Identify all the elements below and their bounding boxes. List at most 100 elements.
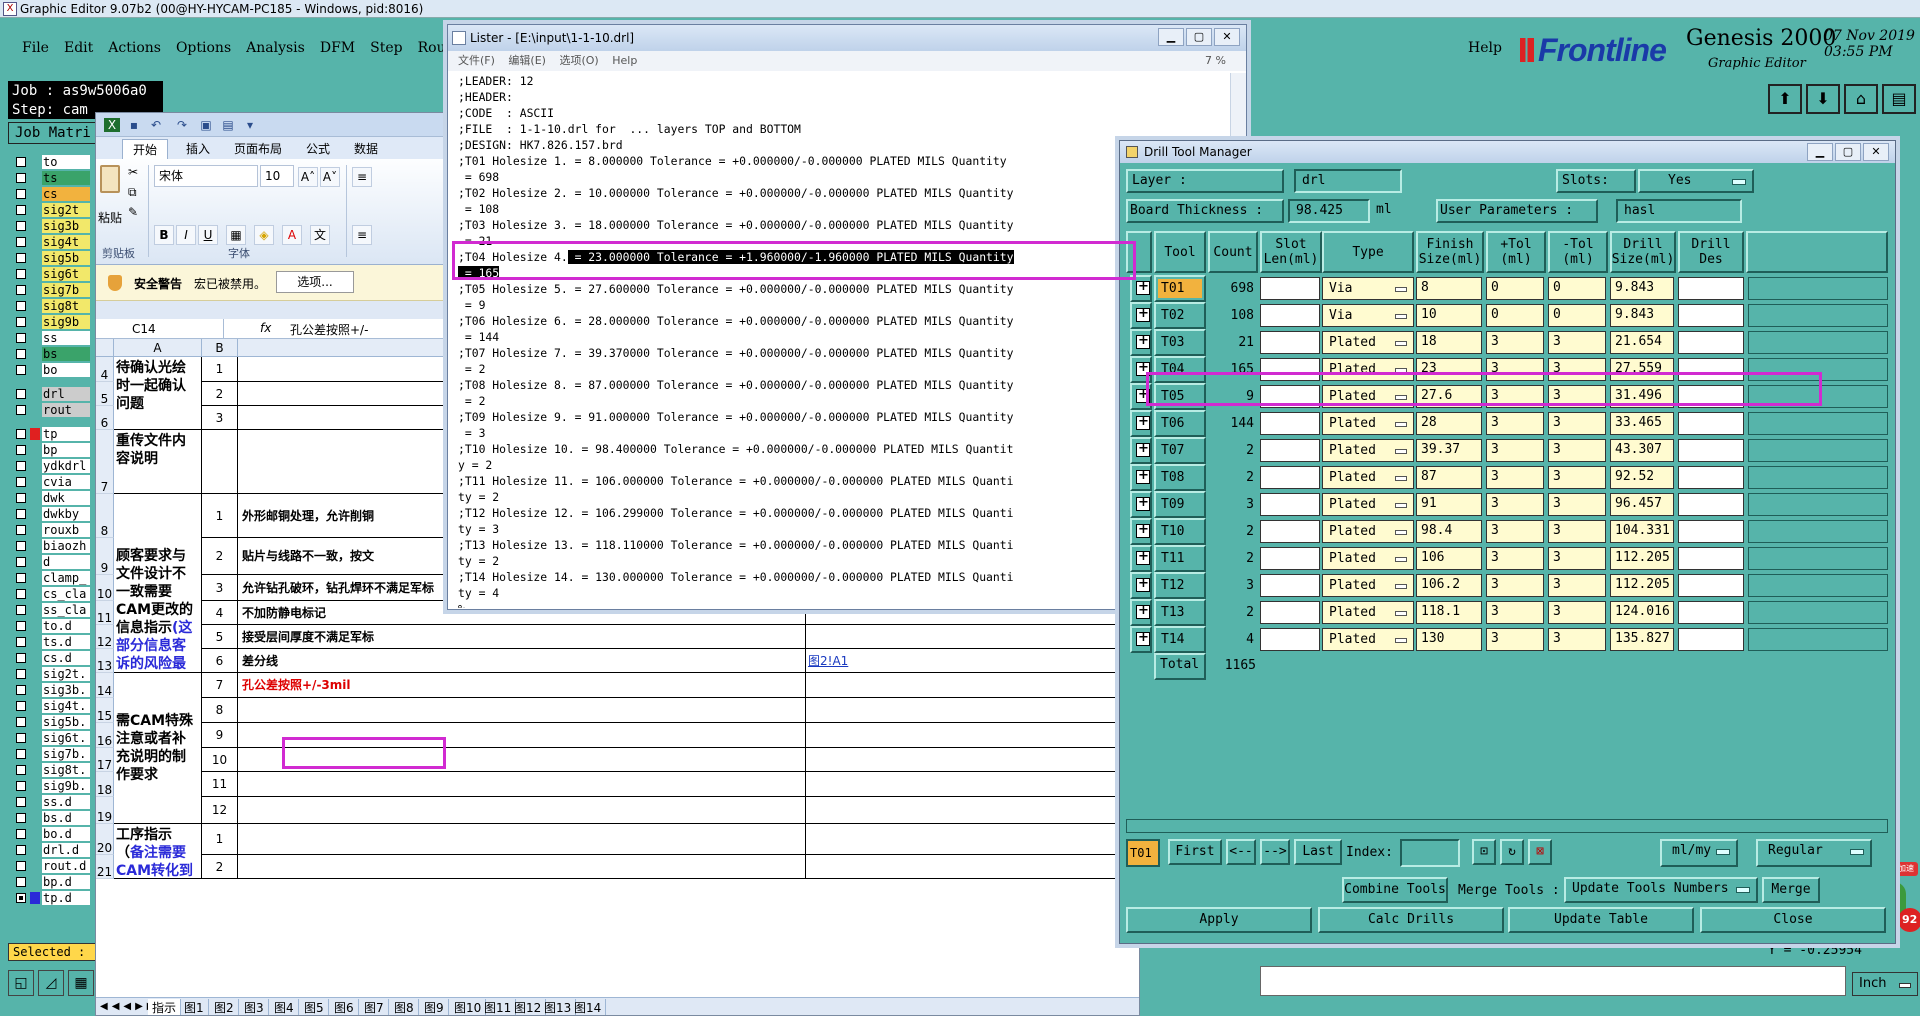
cell-b[interactable]: 4: [202, 601, 238, 625]
layer-checkbox[interactable]: [16, 893, 26, 903]
drill-des-input[interactable]: [1678, 277, 1744, 300]
type-select[interactable]: Via: [1322, 277, 1414, 300]
layer-row[interactable]: sig3b: [10, 218, 102, 234]
layer-row[interactable]: sig2t: [10, 202, 102, 218]
drill-size-input[interactable]: 112.205: [1610, 547, 1674, 570]
finish-size-input[interactable]: 39.37: [1416, 439, 1482, 462]
layer-row[interactable]: sig2t.: [10, 666, 102, 682]
cell-b[interactable]: 12: [202, 797, 238, 824]
layer-row[interactable]: sig6t: [10, 266, 102, 282]
layer-row[interactable]: sig4t.: [10, 698, 102, 714]
drill-des-input[interactable]: [1678, 412, 1744, 435]
slots-select[interactable]: Yes: [1638, 169, 1754, 193]
type-select[interactable]: Plated: [1322, 412, 1414, 435]
layer-row[interactable]: sig4t: [10, 234, 102, 250]
tool-cell[interactable]: T14: [1154, 626, 1206, 653]
extra-input[interactable]: [1748, 493, 1888, 516]
layer-checkbox[interactable]: [16, 749, 26, 759]
layer-checkbox[interactable]: [16, 461, 26, 471]
layer-checkbox[interactable]: [16, 493, 26, 503]
layer-checkbox[interactable]: [16, 525, 26, 535]
extra-input[interactable]: [1748, 628, 1888, 651]
minus-tol-input[interactable]: 3: [1548, 574, 1606, 597]
delete-icon[interactable]: ⊠: [1528, 839, 1552, 865]
table-hscrollbar[interactable]: [1126, 819, 1888, 833]
category-cell[interactable]: 重传文件内容说明: [114, 430, 202, 494]
cell-b[interactable]: 9: [202, 723, 238, 748]
layer-checkbox[interactable]: [16, 845, 26, 855]
finish-size-input[interactable]: 87: [1416, 466, 1482, 489]
layer-checkbox[interactable]: [16, 733, 26, 743]
prev-button[interactable]: <--: [1226, 839, 1256, 865]
tool-cell[interactable]: T03: [1154, 329, 1206, 356]
update-table-button[interactable]: Update Table: [1508, 907, 1694, 933]
fx-icon[interactable]: fx: [260, 321, 271, 335]
tab-home[interactable]: 开始: [122, 139, 169, 159]
layer-checkbox[interactable]: [16, 349, 26, 359]
minimize-icon[interactable]: ▁: [1158, 28, 1184, 46]
tool-row[interactable]: T102Plated98.433104.331: [1130, 518, 1890, 545]
layer-row[interactable]: bs.d: [10, 810, 102, 826]
layer-checkbox[interactable]: [16, 253, 26, 263]
sheet-tab[interactable]: 图8: [390, 999, 419, 1015]
cell-c[interactable]: [238, 824, 806, 855]
measure-tool-icon[interactable]: ◿: [38, 970, 64, 996]
cell-b[interactable]: 1: [202, 357, 238, 382]
layer-row[interactable]: cs: [10, 186, 102, 202]
grid-tool-icon[interactable]: ▦: [68, 970, 94, 996]
sheet-tab[interactable]: 指示: [148, 999, 182, 1015]
drill-size-input[interactable]: 104.331: [1610, 520, 1674, 543]
cell-c[interactable]: [238, 772, 806, 797]
layer-checkbox[interactable]: [16, 621, 26, 631]
row-header[interactable]: 12: [96, 625, 114, 649]
drill-des-input[interactable]: [1678, 331, 1744, 354]
column-header-a[interactable]: A: [114, 339, 202, 357]
layer-row[interactable]: sig9b: [10, 314, 102, 330]
finish-size-input[interactable]: 8: [1416, 277, 1482, 300]
drill-size-input[interactable]: 21.654: [1610, 331, 1674, 354]
layer-row[interactable]: biaozh: [10, 538, 102, 554]
layer-row[interactable]: sig7b: [10, 282, 102, 298]
layer-checkbox[interactable]: [16, 317, 26, 327]
layer-row[interactable]: ss.d: [10, 794, 102, 810]
sheet-tab[interactable]: 图7: [360, 999, 389, 1015]
row-header[interactable]: 9: [96, 538, 114, 575]
layer-row[interactable]: ydkdrl: [10, 458, 102, 474]
layer-checkbox[interactable]: [16, 765, 26, 775]
plus-tol-input[interactable]: 0: [1486, 277, 1544, 300]
apply-button[interactable]: Apply: [1126, 907, 1312, 933]
tool-row[interactable]: T082Plated873392.52: [1130, 464, 1890, 491]
font-name-select[interactable]: 宋体: [154, 165, 258, 187]
tool-row[interactable]: T02108Via10009.843: [1130, 302, 1890, 329]
layer-checkbox[interactable]: [16, 477, 26, 487]
slot-len-input[interactable]: [1260, 493, 1320, 516]
layer-checkbox[interactable]: [16, 685, 26, 695]
row-header[interactable]: 5: [96, 382, 114, 406]
layer-row[interactable]: sig8t: [10, 298, 102, 314]
tool-cell[interactable]: T07: [1154, 437, 1206, 464]
lister-menu-options[interactable]: 选项(O): [559, 54, 598, 67]
fill-color-icon[interactable]: ◈: [254, 225, 274, 245]
expand-row-icon[interactable]: [1130, 599, 1152, 626]
layer-checkbox[interactable]: [16, 157, 26, 167]
row-header[interactable]: 21: [96, 855, 114, 879]
extra-input[interactable]: [1748, 574, 1888, 597]
slot-len-input[interactable]: [1260, 601, 1320, 624]
minus-tol-input[interactable]: 3: [1548, 466, 1606, 489]
cell-d[interactable]: [806, 748, 1139, 772]
layer-row[interactable]: to.d: [10, 618, 102, 634]
drill-size-input[interactable]: 124.016: [1610, 601, 1674, 624]
extra-input[interactable]: [1748, 304, 1888, 327]
cell-b[interactable]: 11: [202, 772, 238, 797]
drill-des-input[interactable]: [1678, 547, 1744, 570]
layer-row[interactable]: ts: [10, 170, 102, 186]
layer-row[interactable]: sig5b: [10, 250, 102, 266]
sheet-tab[interactable]: 图4: [270, 999, 299, 1015]
cell-b[interactable]: 7: [202, 673, 238, 698]
extra-input[interactable]: [1748, 277, 1888, 300]
tool-cell[interactable]: T08: [1154, 464, 1206, 491]
layer-row[interactable]: sig6t.: [10, 730, 102, 746]
layer-checkbox[interactable]: [16, 653, 26, 663]
extra-input[interactable]: [1748, 412, 1888, 435]
layer-row[interactable]: ts.d: [10, 634, 102, 650]
